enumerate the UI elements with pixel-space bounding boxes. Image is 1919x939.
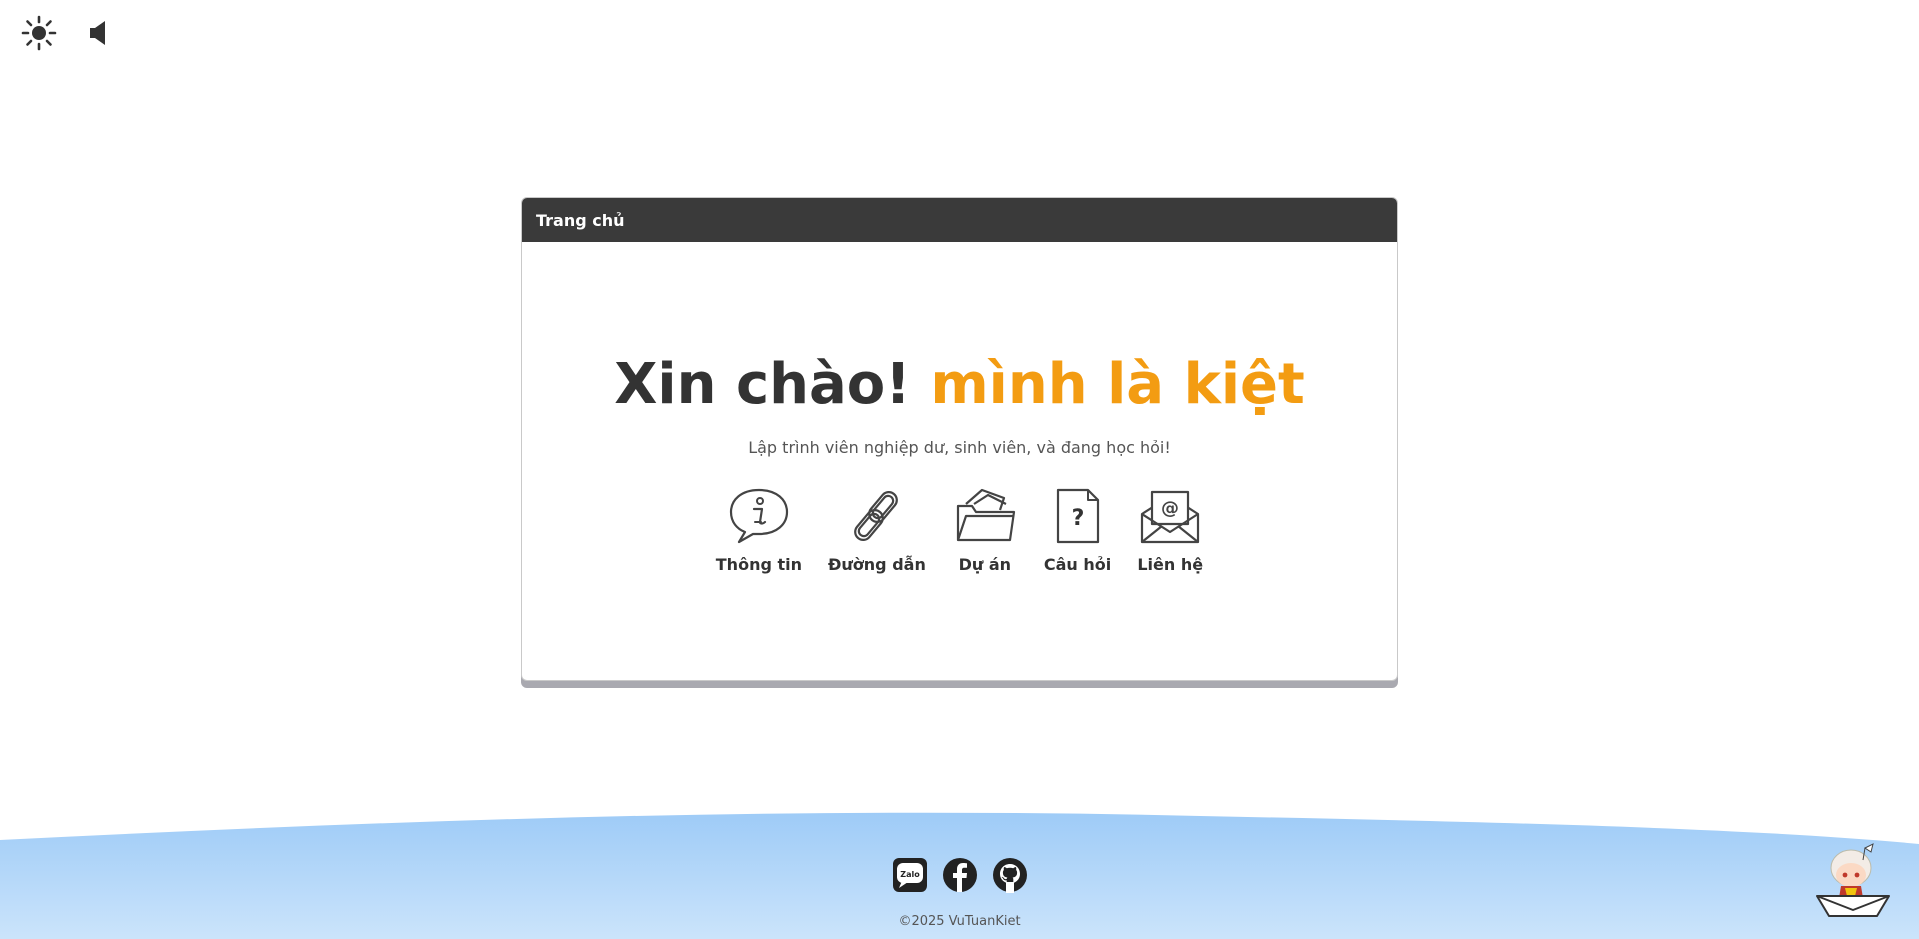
nav-item-faq[interactable]: ? Câu hỏi [1040, 485, 1115, 574]
footer-social-icons: Zalo [0, 857, 1919, 893]
hero-title: Xin chào! mình là kiệt [522, 352, 1397, 417]
zalo-text: Zalo [900, 870, 920, 879]
question-document-icon: ? [1056, 488, 1099, 544]
info-speech-bubble-icon [729, 488, 788, 544]
nav-row: Thông tin Đường dẫn Dự án ? Câu hỏi @ Li… [522, 485, 1397, 574]
nav-label-faq: Câu hỏi [1043, 555, 1112, 574]
facebook-icon [942, 858, 977, 892]
nav-label-contact: Liên hệ [1137, 555, 1204, 574]
nav-label-projects: Dự án [958, 555, 1012, 574]
theme-toggle-button[interactable] [20, 14, 58, 52]
page: Trang chủ Xin chào! mình là kiệt Lập trì… [0, 0, 1919, 939]
hero-greeting: Xin chào! [614, 352, 911, 417]
sound-toggle-button[interactable] [80, 14, 118, 52]
nav-item-projects[interactable]: Dự án [948, 485, 1022, 574]
top-controls [20, 14, 118, 52]
facebook-link[interactable] [942, 857, 978, 893]
svg-text:?: ? [1071, 506, 1084, 531]
sun-icon [21, 15, 57, 51]
link-chain-icon [854, 491, 898, 541]
zalo-icon: Zalo [892, 858, 927, 892]
home-window: Trang chủ Xin chào! mình là kiệt Lập trì… [521, 197, 1398, 681]
folder-icon [956, 488, 1015, 542]
window-body: Xin chào! mình là kiệt Lập trình viên ng… [522, 242, 1397, 680]
mascot-boat-image[interactable] [1815, 840, 1891, 920]
window-title: Trang chủ [536, 210, 625, 230]
nav-label-links: Đường dẫn [828, 555, 926, 574]
hero-subtitle: Lập trình viên nghiệp dư, sinh viên, và … [748, 438, 1171, 457]
nav-item-links[interactable]: Đường dẫn [824, 485, 930, 574]
window-title-bar: Trang chủ [522, 198, 1397, 242]
mail-at-icon: @ [1141, 490, 1200, 544]
nav-item-info[interactable]: Thông tin [712, 485, 806, 574]
github-link[interactable] [992, 857, 1028, 893]
nav-label-info: Thông tin [715, 555, 802, 574]
copyright-text: ©2025 VuTuanKiet [898, 914, 1021, 929]
github-icon [992, 858, 1027, 893]
hero-name: mình là kiệt [930, 352, 1305, 417]
speaker-icon [90, 21, 105, 45]
nav-item-contact[interactable]: @ Liên hệ [1133, 485, 1207, 574]
svg-text:@: @ [1161, 498, 1179, 519]
zalo-link[interactable]: Zalo [892, 857, 928, 893]
